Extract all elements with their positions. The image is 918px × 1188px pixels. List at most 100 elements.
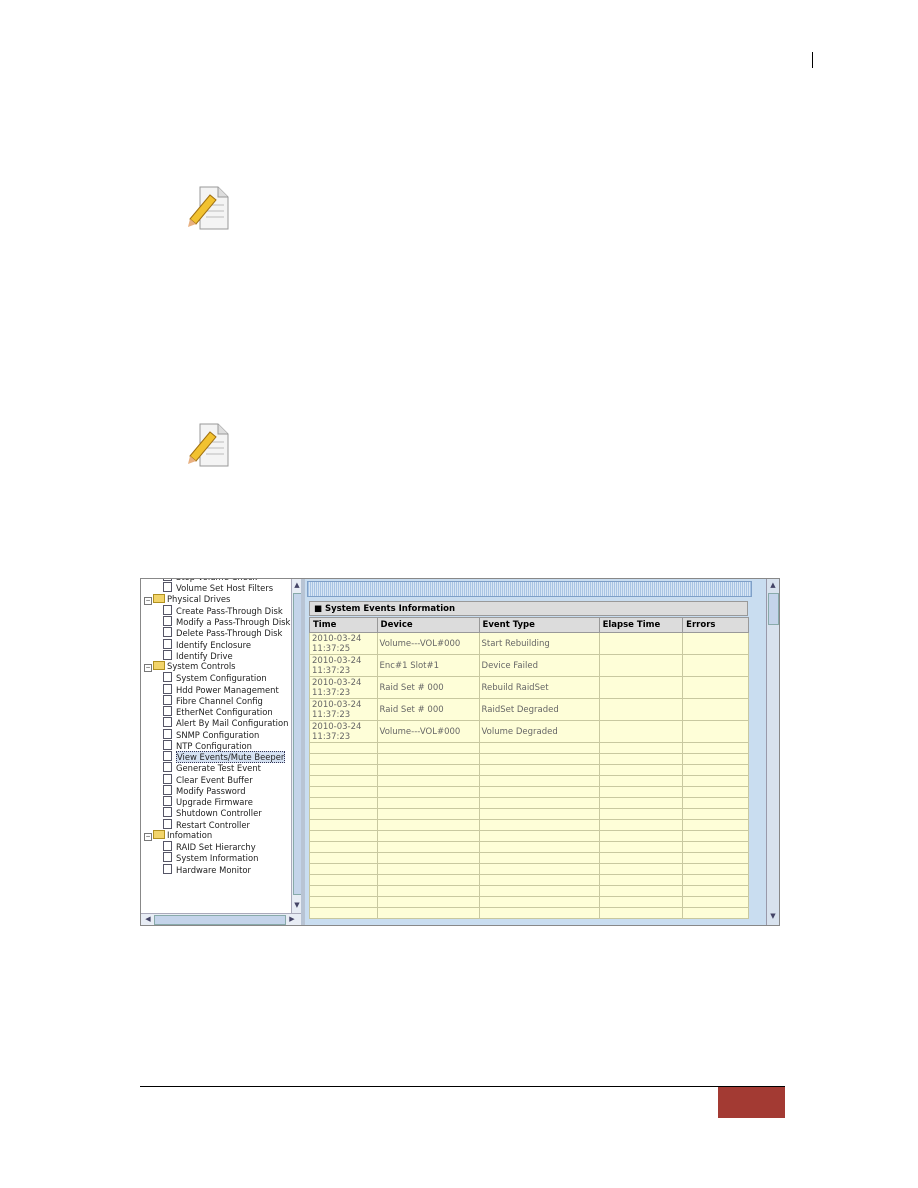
device-cell: Volume---VOL#000 [376,632,480,655]
event-cell: Volume Degraded [478,720,600,743]
events-panel: ■ System Events Information Time Device Ev… [305,579,766,925]
event-time: 11:37:23 [312,731,351,742]
tree-folder[interactable]: − Physical Drives [144,593,230,605]
elapse-cell [598,676,684,699]
scroll-up-icon[interactable]: ▲ [768,581,778,589]
scroll-left-icon[interactable]: ◀ [143,915,153,923]
time-cell: 2010-03-24 11:37:23 [309,654,378,677]
elapse-cell [598,698,684,721]
tree-leaf[interactable]: Identify Drive [163,649,233,661]
tree-leaf[interactable]: Clear Event Buffer [163,773,253,785]
tree-leaf[interactable]: Fibre Channel Config [163,694,263,706]
tree-leaf[interactable]: Upgrade Firmware [163,796,253,807]
empty-row [309,830,749,842]
elapse-cell [598,632,684,655]
event-time: 11:37:23 [312,709,351,720]
document-icon [163,739,172,750]
tree-item-label: Volume Set Host Filters [176,583,274,594]
tree-leaf[interactable]: System Information [163,852,258,863]
table-row: 2010-03-24 11:37:23 Raid Set # 000 RaidSet … [309,698,749,721]
tree-leaf[interactable]: SNMP Configuration [163,728,259,740]
device-cell: Raid Set # 000 [376,676,480,699]
tree-leaf[interactable]: Modify a Pass-Through Disk [163,616,290,627]
document-icon [163,638,172,649]
document-icon [163,841,172,851]
document-icon [163,852,172,863]
navigation-tree: Stop Volume CheckVolume Set Host Filters… [141,579,291,913]
tree-leaf[interactable]: Hdd Power Management [163,683,279,695]
empty-row [309,786,749,798]
tree-item-label: Hardware Monitor [176,864,251,875]
empty-row [309,775,749,787]
tree-leaf[interactable]: Shutdown Controller [163,807,262,818]
column-header[interactable]: Device [376,617,480,633]
tree-item-label: Upgrade Firmware [176,797,253,807]
event-date: 2010-03-24 [312,721,362,732]
collapse-icon[interactable]: − [144,664,152,672]
event-cell: Device Failed [478,654,600,677]
empty-row [309,808,749,820]
tree-leaf[interactable]: RAID Set Hierarchy [163,841,256,852]
empty-row [309,753,749,765]
event-cell: RaidSet Degraded [478,698,600,721]
tree-item-label: Modify Password [176,785,246,796]
tree-leaf[interactable]: System Configuration [163,672,267,683]
tree-item-label: Alert By Mail Configuration [176,718,289,729]
table-row: 2010-03-24 11:37:23 Raid Set # 000 Rebuild … [309,676,749,699]
column-header[interactable]: Elapse Time [598,617,684,633]
page-vertical-scrollbar[interactable]: ▲ ▼ [766,579,779,925]
tree-item-label: System Controls [167,661,236,671]
document-icon [163,616,172,626]
document-icon [163,649,172,660]
time-cell: 2010-03-24 11:37:23 [309,720,378,743]
table-row: 2010-03-24 11:37:25 Volume---VOL#000 Start … [309,632,749,655]
event-date: 2010-03-24 [312,677,362,688]
event-date: 2010-03-24 [312,655,362,666]
document-page: Stop Volume CheckVolume Set Host Filters… [0,0,918,1188]
tree-leaf[interactable]: Identify Enclosure [163,638,252,650]
tree-item-label: Create Pass-Through Disk [176,605,283,616]
document-icon [163,728,172,739]
document-icon [163,627,172,638]
tree-leaf[interactable]: View Events/Mute Beeper [163,751,286,763]
collapse-icon[interactable]: − [144,596,152,605]
tree-leaf[interactable]: Modify Password [163,784,246,796]
header-divider [812,52,813,68]
tree-leaf[interactable]: Hardware Monitor [163,863,251,875]
document-icon [163,818,172,829]
empty-row [309,819,749,831]
tree-leaf[interactable]: Create Pass-Through Disk [163,604,283,616]
tree-folder[interactable]: − System Controls [144,661,236,672]
tree-item-label: Delete Pass-Through Disk [176,628,283,639]
elapse-cell [598,654,684,677]
collapse-icon[interactable]: − [144,832,152,841]
folder-icon [153,593,165,603]
tree-leaf[interactable]: Generate Test Event [163,762,261,773]
tree-horizontal-scrollbar[interactable]: ◀ ▶ [141,913,301,925]
table-row: 2010-03-24 11:37:23 Volume---VOL#000 Volume… [309,720,749,743]
document-icon [163,796,172,806]
scroll-thumb[interactable] [154,915,286,925]
tree-folder[interactable]: − Infomation [144,829,212,841]
scroll-right-icon[interactable]: ▶ [287,915,297,923]
tree-leaf[interactable]: NTP Configuration [163,739,252,751]
tree-leaf[interactable]: Restart Controller [163,818,250,830]
empty-row [309,896,749,908]
tree-leaf[interactable]: Volume Set Host Filters [163,582,273,593]
tree-leaf[interactable]: Alert By Mail Configuration [163,717,288,728]
tree-leaf[interactable]: EtherNet Configuration [163,706,273,717]
tree-item-label: Identify Enclosure [176,639,252,650]
event-date: 2010-03-24 [312,633,362,644]
column-header[interactable]: Event Type [478,617,600,633]
document-icon [163,784,172,795]
event-date: 2010-03-24 [312,699,362,710]
document-icon [163,762,172,773]
page-number-box [718,1087,785,1118]
scroll-down-icon[interactable]: ▼ [768,912,778,920]
column-header[interactable]: Time [309,617,378,633]
errors-cell [682,632,749,655]
tree-leaf[interactable]: Delete Pass-Through Disk [163,627,282,638]
column-header[interactable]: Errors [682,617,749,633]
document-icon [163,751,172,761]
scroll-thumb[interactable] [768,593,779,625]
